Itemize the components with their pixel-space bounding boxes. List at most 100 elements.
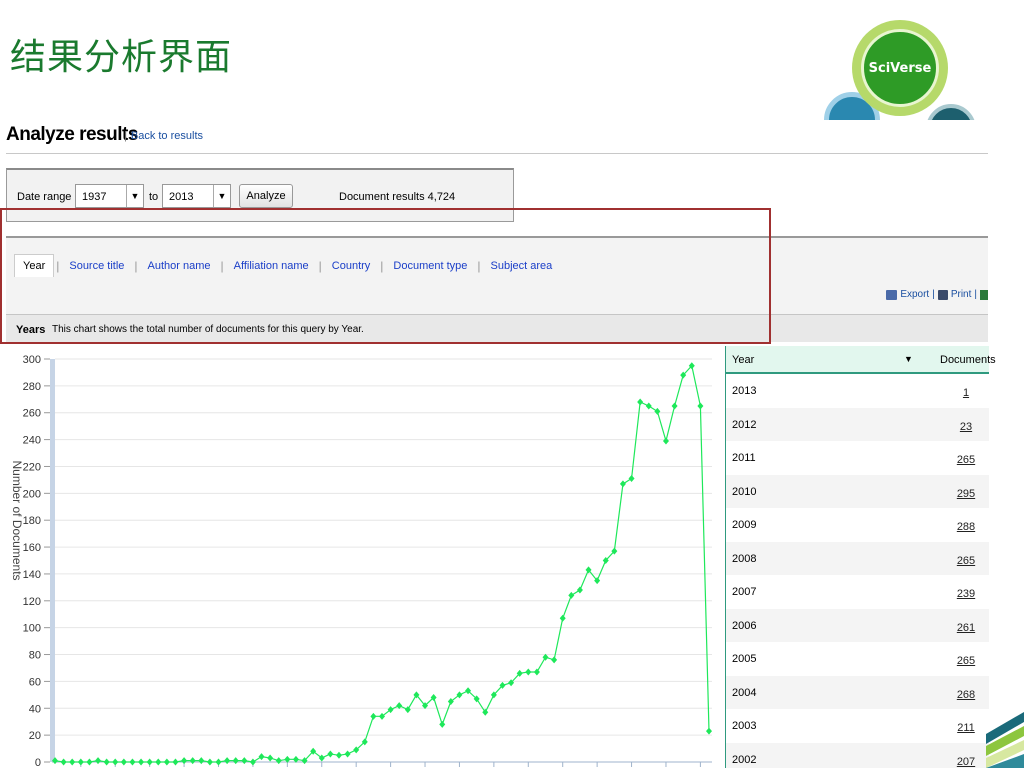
y-tick-label: 220 [23,461,41,473]
table-row: 2003 211 [725,709,989,743]
table-row: 2010 295 [725,474,989,508]
data-point [112,758,119,766]
back-to-results-link[interactable]: Back to results [131,130,203,142]
title-divider [6,153,988,154]
documents-count-link[interactable]: 261 [951,622,981,634]
table-header: Year ▼ Documents [725,346,996,374]
back-link-wrap: | Back to results [124,130,203,142]
data-point [654,407,661,415]
year-cell: 2003 [732,720,757,732]
documents-count-link[interactable]: 23 [951,421,981,433]
data-point [619,480,626,488]
year-cell: 2010 [732,485,757,498]
y-tick-label: 240 [23,435,41,447]
y-tick-label: 280 [23,381,41,393]
data-point [344,750,351,758]
series-line [54,364,710,763]
to-year-value: 2013 [169,191,194,203]
sort-arrow-icon[interactable]: ▼ [904,354,913,364]
y-tick-label: 80 [29,650,41,662]
tab-affiliation-name[interactable]: Affiliation name [226,255,317,277]
data-point [645,402,652,410]
table-row: 2005 265 [725,642,989,676]
y-tick-label: 200 [23,488,41,500]
data-point [379,712,385,720]
slide-title: 结果分析界面 [10,37,233,78]
documents-count-link[interactable]: 1 [951,387,981,399]
data-point [69,758,76,766]
data-point [215,758,222,766]
corner-stripes-decoration [986,712,1024,768]
from-year-value: 1937 [82,191,107,203]
print-link[interactable]: Print [951,289,972,300]
dropdown-arrow-icon: ▼ [126,185,143,207]
y-tick-label: 60 [29,676,41,688]
more-tools-icon[interactable] [980,289,988,300]
data-point [232,757,239,765]
table-row: 2009 288 [725,508,989,542]
documents-column-header[interactable]: Documents [940,354,996,366]
tab-separator: | [380,258,384,273]
export-link[interactable]: Export [900,289,929,300]
tab-source-title[interactable]: Source title [61,255,132,277]
documents-count-link[interactable]: 288 [951,521,981,533]
data-point [224,757,231,765]
documents-count-link[interactable]: 265 [951,655,981,667]
data-point [146,758,153,766]
data-point [576,586,583,594]
print-icon [937,289,948,300]
data-point [671,402,678,410]
page-title: Analyze results [6,124,138,145]
year-column-header[interactable]: Year [732,354,754,366]
tab-year[interactable]: Year [14,254,55,277]
tool-separator: | [974,289,977,300]
tab-country[interactable]: Country [324,255,379,277]
from-year-select[interactable]: 1937 ▼ [75,184,144,208]
data-point [138,758,145,766]
data-point [77,758,84,766]
data-point [120,758,127,766]
tab-author-name[interactable]: Author name [140,255,219,277]
to-year-select[interactable]: 2013 ▼ [162,184,231,208]
tab-subject-area[interactable]: Subject area [483,255,561,277]
documents-count-link[interactable]: 239 [951,588,981,600]
data-point [559,614,566,622]
y-tick-label: 20 [29,730,41,742]
documents-count-link[interactable]: 265 [951,454,981,466]
data-point [206,758,213,766]
logo-label: SciVerse [868,60,932,76]
documents-count-link[interactable]: 295 [951,488,981,500]
data-point [706,727,712,735]
y-tick-label: 100 [23,623,41,635]
date-range-label: Date range [17,191,72,203]
dropdown-arrow-icon: ▼ [213,185,230,207]
documents-count-link[interactable]: 265 [951,555,981,567]
data-point [662,437,669,445]
tab-separator: | [220,258,224,273]
y-tick-label: 140 [23,569,41,581]
data-point [456,691,463,699]
data-point [129,758,136,766]
sciverse-logo: SciVerse [818,20,978,120]
year-cell: 2007 [732,586,757,598]
analyze-results-panel: Analyze results | Back to results Date ra… [0,118,1024,768]
data-point [60,758,67,766]
data-point [697,402,704,410]
y-tick-label: 40 [29,703,41,715]
data-point [568,591,575,599]
year-cell: 2013 [732,385,757,397]
tab-separator: | [477,258,481,273]
documents-count-link[interactable]: 268 [951,689,981,701]
table-row: 2011 265 [725,441,989,475]
data-point [551,656,558,664]
documents-count-link[interactable]: 207 [951,756,981,768]
year-cell: 2011 [732,452,756,464]
tab-document-type[interactable]: Document type [385,255,475,277]
document-results-count: Document results 4,724 [339,191,456,203]
documents-count-link[interactable]: 211 [951,722,981,734]
data-point [163,758,170,766]
table-row: 2007 239 [725,575,989,609]
analyze-button[interactable]: Analyze [239,184,293,208]
data-point [172,758,179,766]
year-cell: 2004 [732,686,757,699]
